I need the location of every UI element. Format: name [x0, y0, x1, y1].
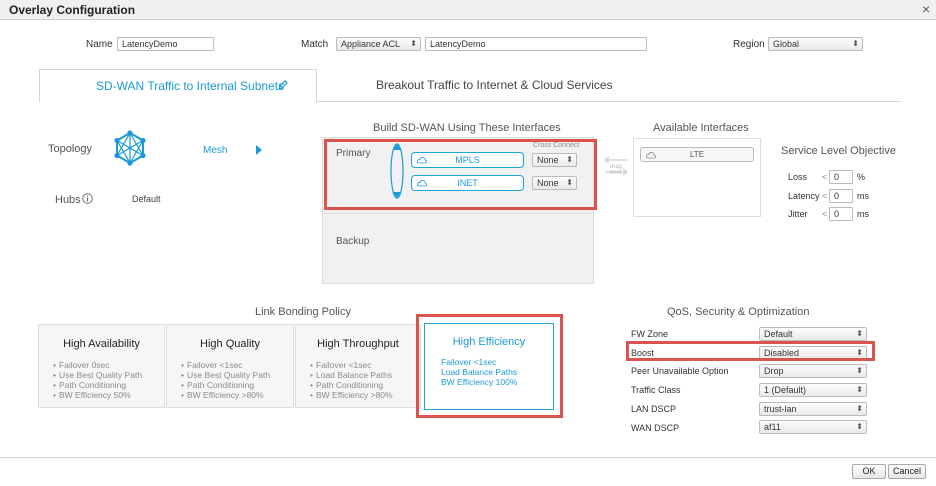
slo-jitter-input[interactable]: 0 [829, 207, 853, 221]
policy-item: Load Balance Paths [441, 367, 518, 377]
topology-label: Topology [48, 143, 93, 155]
policy-item: Path Conditioning [181, 380, 293, 390]
qos-traffic-class-value: 1 (Default) [764, 385, 807, 395]
available-title: Available Interfaces [653, 122, 749, 134]
qos-peer-unavailable-select[interactable]: Drop [759, 364, 867, 378]
close-icon[interactable]: × [922, 1, 930, 17]
name-input[interactable]: LatencyDemo [117, 37, 214, 51]
footer-divider [0, 457, 936, 458]
policy-item: Path Conditioning [53, 380, 164, 390]
slo-latency-op: < [822, 191, 828, 201]
qos-title: QoS, Security & Optimization [667, 306, 810, 318]
cancel-button[interactable]: Cancel [888, 464, 926, 479]
backup-label: Backup [336, 236, 370, 247]
qos-fw-zone-label: FW Zone [631, 329, 669, 339]
match-select[interactable]: Appliance ACL [336, 37, 421, 51]
policy-name: High Availability [63, 338, 140, 350]
play-triangle-icon[interactable] [256, 145, 262, 155]
policy-name: High Efficiency [452, 336, 526, 348]
title-bar: Overlay Configuration × [0, 0, 936, 20]
policy-item: BW Efficiency 50% [53, 390, 164, 400]
slo-latency-input[interactable]: 0 [829, 189, 853, 203]
policy-item: Load Balance Paths [310, 370, 420, 380]
topology-mode[interactable]: Mesh [203, 145, 227, 156]
slo-loss-op: < [822, 172, 828, 182]
slo-jitter-op: < [822, 209, 828, 219]
qos-fw-zone-select[interactable]: Default [759, 327, 867, 341]
slo-loss-unit: % [857, 172, 866, 182]
policy-item: Failover <1sec [441, 357, 497, 367]
policy-high-quality[interactable]: High Quality Failover <1sec Use Best Qua… [166, 324, 294, 408]
tab-divider [317, 101, 901, 102]
region-select-value: Global [773, 39, 800, 49]
build-title: Build SD-WAN Using These Interfaces [373, 122, 561, 134]
slo-loss-input[interactable]: 0 [829, 170, 853, 184]
qos-wan-dscp-value: af11 [764, 422, 781, 432]
edit-pencil-icon[interactable] [278, 80, 288, 90]
interface-lte[interactable]: LTE [640, 147, 754, 162]
policy-name: High Throughput [317, 338, 399, 350]
policy-item: Use Best Quality Path [53, 370, 164, 380]
name-label: Name [86, 39, 113, 50]
qos-peer-unavailable-value: Drop [764, 366, 784, 376]
policy-item: Path Conditioning [310, 380, 420, 390]
mesh-topology-icon [114, 130, 146, 166]
slo-latency-label: Latency [788, 191, 820, 201]
policy-item: Failover <1sec [181, 360, 293, 370]
hubs-label: Hubs [55, 194, 81, 206]
qos-wan-dscp-label: WAN DSCP [631, 423, 680, 433]
match-value-input[interactable]: LatencyDemo [425, 37, 647, 51]
tab-sd-wan-label: SD-WAN Traffic to Internal Subnets [96, 79, 285, 93]
slo-loss-label: Loss [788, 172, 808, 182]
policy-high-availability[interactable]: High Availability Failover 0sec Use Best… [38, 324, 165, 408]
policy-item: Failover <1sec [310, 360, 420, 370]
interface-lte-label: LTE [689, 150, 705, 159]
qos-lan-dscp-value: trust-lan [764, 404, 797, 414]
build-divider [323, 213, 593, 214]
boost-highlight [626, 341, 875, 361]
policy-item: Failover 0sec [53, 360, 164, 370]
match-select-value: Appliance ACL [341, 39, 401, 49]
policy-item: BW Efficiency >80% [310, 390, 420, 400]
policy-high-throughput[interactable]: High Throughput Failover <1sec Load Bala… [295, 324, 421, 408]
qos-peer-unavailable-label: Peer Unavailable Option [631, 366, 729, 376]
ok-button[interactable]: OK [852, 464, 886, 479]
hubs-value: Default [132, 194, 161, 204]
tab-sd-wan[interactable]: SD-WAN Traffic to Internal Subnets [39, 69, 317, 102]
qos-wan-dscp-select[interactable]: af11 [759, 420, 867, 434]
slo-title: Service Level Objective [781, 145, 896, 157]
qos-traffic-class-select[interactable]: 1 (Default) [759, 383, 867, 397]
qos-traffic-class-label: Traffic Class [631, 385, 681, 395]
primary-highlight [324, 139, 597, 210]
qos-lan-dscp-select[interactable]: trust-lan [759, 402, 867, 416]
policy-item: BW Efficiency 100% [441, 377, 518, 387]
policy-name: High Quality [200, 338, 260, 350]
slo-jitter-label: Jitter [788, 209, 808, 219]
policy-item: BW Efficiency >80% [181, 390, 293, 400]
policy-high-efficiency[interactable]: High Efficiency Failover <1sec Load Bala… [424, 323, 554, 410]
bonding-title: Link Bonding Policy [255, 306, 352, 318]
cloud-icon [646, 152, 656, 159]
drag-hint: drag here [609, 164, 622, 176]
region-select[interactable]: Global [768, 37, 863, 51]
slo-jitter-unit: ms [857, 209, 869, 219]
info-icon[interactable] [82, 193, 93, 204]
tab-breakout[interactable]: Breakout Traffic to Internet & Cloud Ser… [376, 78, 613, 92]
match-label: Match [301, 39, 329, 50]
window-title: Overlay Configuration [9, 3, 136, 17]
policy-item: Use Best Quality Path [181, 370, 293, 380]
region-label: Region [733, 39, 765, 50]
qos-fw-zone-value: Default [764, 329, 793, 339]
qos-lan-dscp-label: LAN DSCP [631, 404, 677, 414]
slo-latency-unit: ms [857, 191, 869, 201]
